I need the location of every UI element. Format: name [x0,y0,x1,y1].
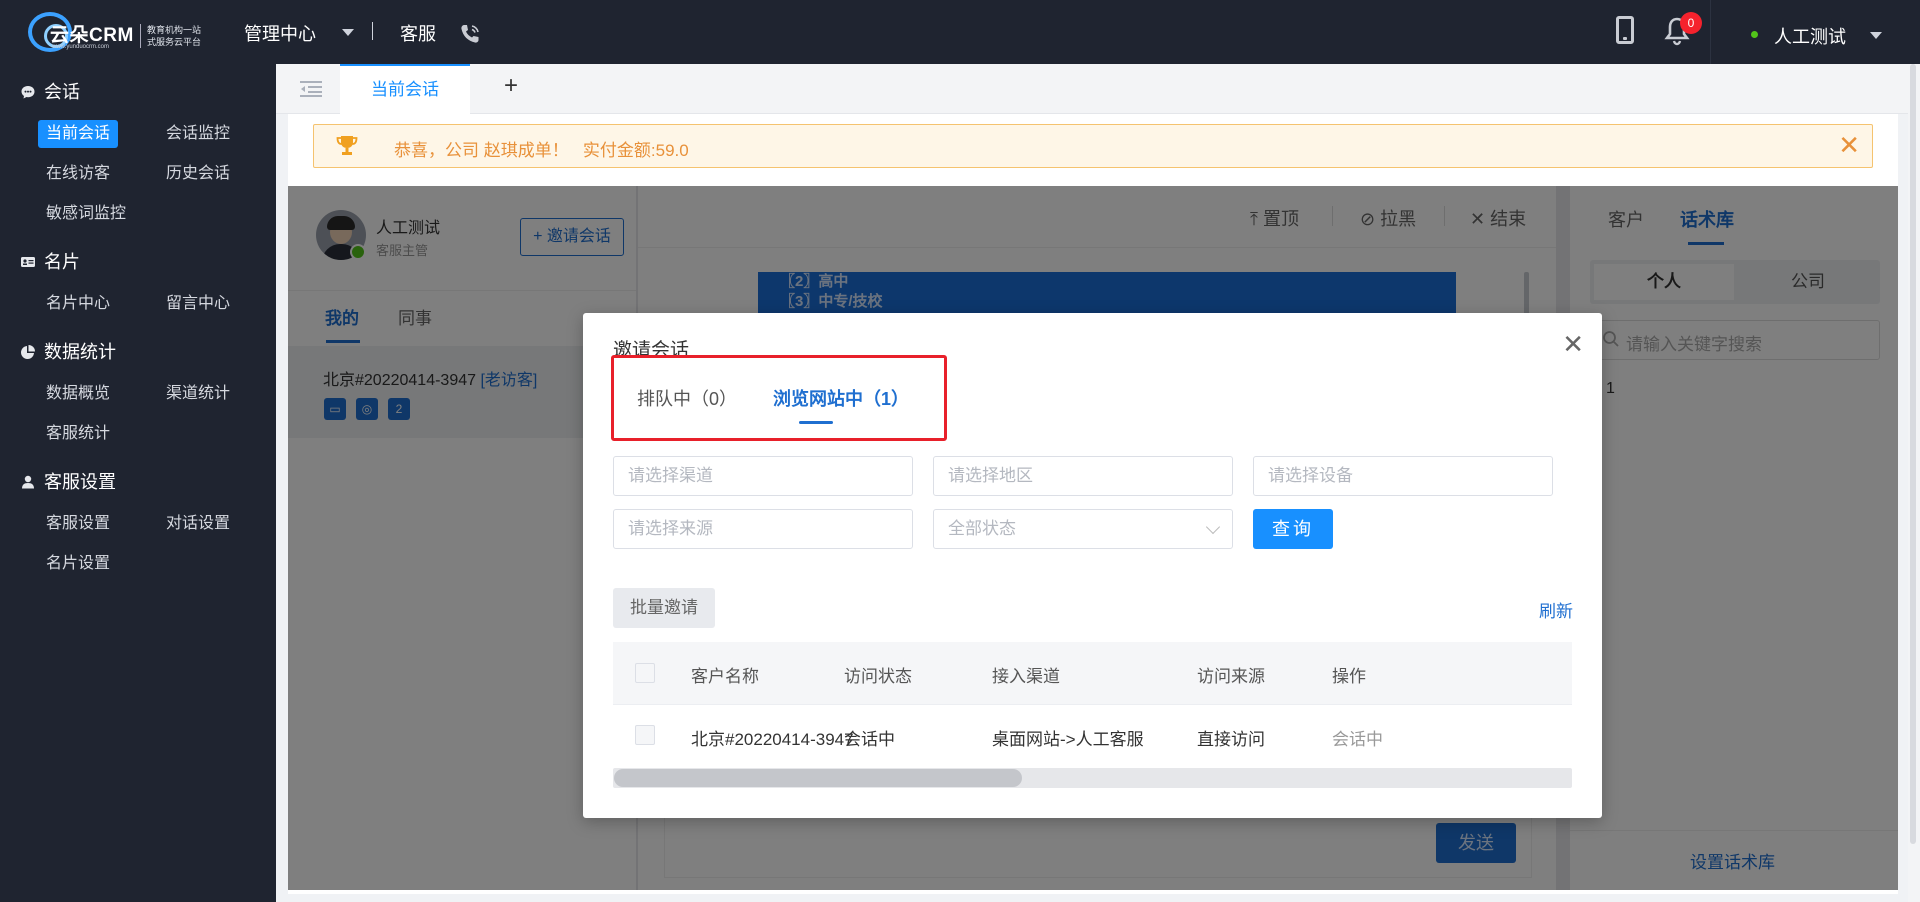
user-menu[interactable]: 人工测试 [1774,23,1846,49]
sidebar-section-session[interactable]: 会话 [20,78,80,104]
invite-session-dialog: 邀请会话 ✕ 排队中（0） 浏览网站中（1） 请选择渠道 请选择地区 请选择设备… [583,313,1602,818]
sidebar-section-card[interactable]: 名片 [20,248,80,274]
sidebar-item-session-monitor[interactable]: 会话监控 [158,120,238,148]
management-center-menu[interactable]: 管理中心 [244,20,316,46]
user-icon [22,475,34,489]
cell-source: 直接访问 [1197,730,1265,749]
sidebar-item-history-session[interactable]: 历史会话 [158,160,238,188]
refresh-link[interactable]: 刷新 [1539,597,1573,622]
chevron-down-icon [1205,519,1221,535]
column-header: 访问来源 [1197,667,1265,686]
sidebar-item-data-overview[interactable]: 数据概览 [38,380,118,408]
top-bar: 云朵CRM www.yunduocrm.com 教育机构一站式服务云平台 管理中… [0,0,1920,64]
close-icon[interactable]: ✕ [1562,331,1584,357]
table-header: 客户名称 访问状态 接入渠道 访问来源 操作 [613,642,1572,704]
sidebar-section-statistics[interactable]: 数据统计 [20,338,116,364]
column-header: 客户名称 [691,667,759,686]
notice-text: 恭喜，公司 赵琪成单！ 实付金额:59.0 [394,141,689,160]
logo[interactable]: 云朵CRM www.yunduocrm.com 教育机构一站式服务云平台 [28,10,204,54]
chat-bubble-icon [21,86,35,99]
scrollbar[interactable] [614,769,1022,787]
sidebar-section-label: 会话 [44,82,80,102]
query-button[interactable]: 查询 [1253,509,1333,549]
row-checkbox[interactable] [635,725,655,745]
sidebar-item-sensitive-words[interactable]: 敏感词监控 [38,200,134,228]
status-select[interactable]: 全部状态 [933,509,1233,549]
chevron-down-icon[interactable] [1870,32,1882,39]
card-icon [21,257,35,267]
cell-customer-name: 北京#20220414-3947 [691,730,854,749]
divider [372,22,373,40]
source-select[interactable]: 请选择来源 [613,509,913,549]
add-tab-button[interactable]: + [504,72,518,100]
phone-icon[interactable] [458,22,482,46]
pie-chart-icon [21,345,35,359]
channel-select[interactable]: 请选择渠道 [613,456,913,496]
status-select-value: 全部状态 [948,519,1016,538]
sidebar-section-label: 名片 [44,252,80,272]
trophy-icon [336,136,358,155]
sidebar-section-label: 客服设置 [44,472,116,492]
scrollbar[interactable] [1910,64,1916,844]
cell-channel: 桌面网站->人工客服 [992,730,1144,749]
deal-notice-bar: 恭喜，公司 赵琪成单！ 实付金额:59.0 ✕ [313,124,1873,168]
sidebar-item-card-settings[interactable]: 名片设置 [38,550,118,578]
kefu-menu[interactable]: 客服 [400,20,436,46]
cell-action[interactable]: 会话中 [1332,725,1383,750]
sidebar-item-dialog-settings[interactable]: 对话设置 [158,510,238,538]
notification-badge: 0 [1680,12,1702,34]
table-row[interactable]: 北京#20220414-3947 会话中 桌面网站->人工客服 直接访问 会话中 [613,704,1572,766]
sidebar-item-agent-stats[interactable]: 客服统计 [38,420,118,448]
sidebar-section-service-settings[interactable]: 客服设置 [20,468,116,494]
device-select[interactable]: 请选择设备 [1253,456,1553,496]
region-select[interactable]: 请选择地区 [933,456,1233,496]
sidebar-item-service-settings[interactable]: 客服设置 [38,510,118,538]
batch-invite-button[interactable]: 批量邀请 [613,588,715,628]
column-header: 接入渠道 [992,667,1060,686]
select-all-checkbox[interactable] [635,663,655,683]
tab-browsing[interactable]: 浏览网站中（1） [773,385,909,411]
logo-slogan: 教育机构一站式服务云平台 [140,24,204,48]
logo-domain: www.yunduocrm.com [52,44,110,50]
column-header: 访问状态 [844,667,912,686]
tabs-bar: 当前会话 + [276,64,1920,114]
column-header: 操作 [1332,667,1366,686]
close-icon[interactable]: ✕ [1838,131,1860,159]
collapse-menu-icon[interactable] [300,80,322,98]
chevron-down-icon[interactable] [342,29,354,36]
logo-brand: 云朵CRM [50,25,134,46]
active-tab-indicator [799,421,833,424]
tab-current-session[interactable]: 当前会话 [340,64,470,114]
tablet-icon[interactable] [1616,16,1634,44]
sidebar-section-label: 数据统计 [44,342,116,362]
divider [1710,0,1711,64]
cell-visit-status: 会话中 [844,730,895,749]
sidebar-item-card-center[interactable]: 名片中心 [38,290,118,318]
online-status-icon [1751,31,1758,38]
sidebar-item-online-visitors[interactable]: 在线访客 [38,160,118,188]
sidebar-item-channel-stats[interactable]: 渠道统计 [158,380,238,408]
sidebar-item-current-session[interactable]: 当前会话 [38,120,119,148]
tab-queueing[interactable]: 排队中（0） [637,385,737,411]
sidebar-item-message-center[interactable]: 留言中心 [158,290,238,318]
